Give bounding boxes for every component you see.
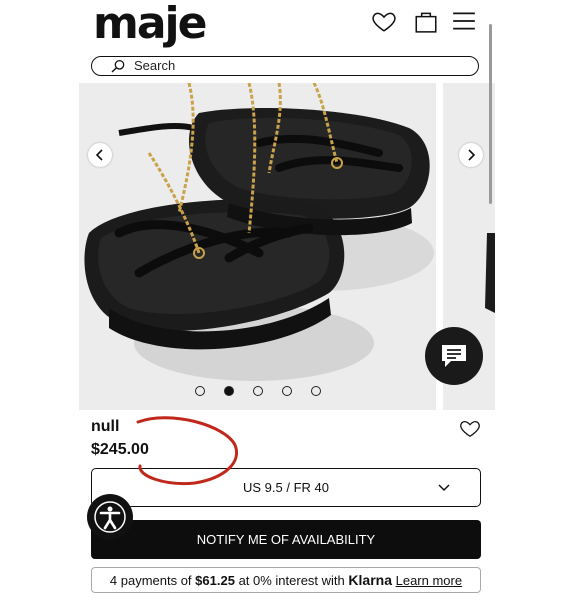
prev-slide-button[interactable] xyxy=(88,143,112,167)
product-image-main[interactable] xyxy=(79,83,436,410)
chevron-right-icon xyxy=(468,149,476,161)
left-gutter xyxy=(0,0,79,600)
slide-dot[interactable] xyxy=(311,386,321,396)
heart-icon[interactable] xyxy=(371,8,397,34)
chat-button[interactable] xyxy=(425,327,483,385)
brand-logo[interactable]: maje xyxy=(93,2,207,46)
chat-bubble-icon xyxy=(442,345,466,367)
right-gutter xyxy=(495,0,570,600)
hamburger-menu-icon[interactable] xyxy=(451,8,477,34)
klarna-prefix: 4 payments of xyxy=(109,573,192,588)
size-select-value: US 9.5 / FR 40 xyxy=(243,480,329,495)
product-wishlist-heart-icon[interactable] xyxy=(459,417,481,444)
search-bar[interactable] xyxy=(91,56,479,76)
slide-dot[interactable] xyxy=(282,386,292,396)
klarna-learn-more-link[interactable]: Learn more xyxy=(396,573,462,588)
accessibility-button[interactable] xyxy=(87,494,133,540)
search-icon xyxy=(111,59,125,73)
bag-icon[interactable] xyxy=(413,8,439,34)
klarna-logo: Klarna xyxy=(348,572,392,588)
klarna-middle: at 0% interest with xyxy=(238,573,345,588)
scrollbar[interactable] xyxy=(489,24,492,204)
slide-dot[interactable] xyxy=(253,386,263,396)
klarna-amount: $61.25 xyxy=(195,573,235,588)
search-input[interactable] xyxy=(134,57,434,74)
size-select[interactable]: US 9.5 / FR 40 xyxy=(91,468,481,507)
product-price: $245.00 xyxy=(91,441,149,458)
notify-me-button[interactable]: NOTIFY ME OF AVAILABILITY xyxy=(91,520,481,559)
product-name: null xyxy=(91,418,120,435)
chevron-down-icon xyxy=(438,484,450,492)
product-page: maje Search null $245.00 US 9.5 / FR 40 … xyxy=(79,0,495,600)
accessibility-icon xyxy=(94,501,126,533)
slide-indicator xyxy=(195,386,325,398)
sandal-image xyxy=(79,83,436,410)
chevron-left-icon xyxy=(95,149,103,161)
slide-dot[interactable] xyxy=(195,386,205,396)
slide-dot-active[interactable] xyxy=(224,386,234,396)
klarna-banner: 4 payments of $61.25 at 0% interest with… xyxy=(91,567,481,593)
next-slide-button[interactable] xyxy=(459,143,483,167)
